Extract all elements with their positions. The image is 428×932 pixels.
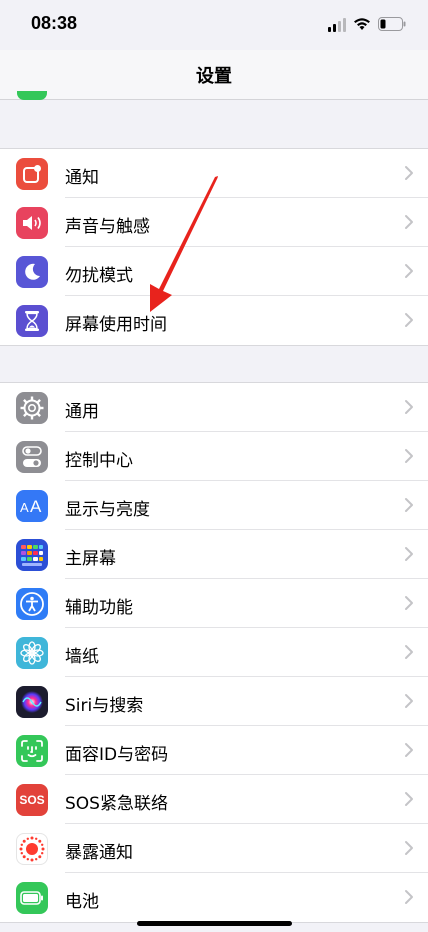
battery-status-icon: [378, 17, 406, 31]
sos-icon-text: SOS: [19, 793, 45, 807]
settings-row-home-grid[interactable]: 主屏幕: [0, 530, 428, 579]
text-size-icon: AA: [16, 490, 48, 522]
settings-row-label: 声音与触感: [65, 217, 150, 237]
sos-icon: SOS: [16, 784, 48, 816]
chevron-right-icon: [404, 791, 414, 807]
settings-row-label: 面容ID与密码: [65, 745, 169, 765]
chevron-right-icon: [404, 644, 414, 660]
chevron-right-icon: [404, 214, 414, 230]
navigation-bar: 设置: [0, 50, 428, 100]
settings-row-label: 屏幕使用时间: [65, 315, 167, 335]
notifications-icon: [16, 158, 48, 190]
settings-row-battery[interactable]: 电池: [0, 873, 428, 922]
settings-row-siri[interactable]: Siri与搜索: [0, 677, 428, 726]
settings-row-face-id[interactable]: 面容ID与密码: [0, 726, 428, 775]
hourglass-icon: [16, 305, 48, 337]
chevron-right-icon: [404, 693, 414, 709]
settings-row-exposure[interactable]: 暴露通知: [0, 824, 428, 873]
status-bar: 08:38: [0, 0, 428, 50]
status-icons: [328, 16, 408, 32]
settings-row-notifications[interactable]: 通知: [0, 149, 428, 198]
settings-row-gear[interactable]: 通用: [0, 383, 428, 432]
settings-row-hourglass[interactable]: 屏幕使用时间: [0, 296, 428, 345]
chevron-right-icon: [404, 595, 414, 611]
face-id-icon: [16, 735, 48, 767]
chevron-right-icon: [404, 742, 414, 758]
settings-row-accessibility[interactable]: 辅助功能: [0, 579, 428, 628]
status-time: 08:38: [31, 13, 78, 33]
chevron-right-icon: [404, 889, 414, 905]
chevron-right-icon: [404, 263, 414, 279]
settings-row-text-size[interactable]: A A 显示与亮度: [0, 481, 428, 530]
settings-row-toggles[interactable]: 控制中心: [0, 432, 428, 481]
settings-row-label: 通知: [65, 168, 99, 188]
speaker-icon: [16, 207, 48, 239]
chevron-right-icon: [404, 165, 414, 181]
svg-text:A: A: [30, 497, 42, 515]
settings-row-label: 暴露通知: [65, 843, 133, 863]
wallpaper-flower-icon: [16, 637, 48, 669]
settings-group-general: 通用 控制中心 A A 显示与亮度 主屏幕 辅助功能 墙纸 Siri与搜索 面容ID与密码 SOS S…: [0, 382, 428, 923]
settings-row-label: 控制中心: [65, 451, 133, 471]
accessibility-icon: [16, 588, 48, 620]
settings-row-label: 主屏幕: [65, 549, 116, 569]
settings-row-label: SOS紧急联络: [65, 794, 168, 814]
wifi-icon: [354, 18, 370, 30]
settings-row-label: 通用: [65, 402, 99, 422]
settings-row-sos[interactable]: SOS SOS紧急联络: [0, 775, 428, 824]
settings-row-label: 电池: [65, 892, 99, 912]
settings-group-focus: 通知声音与触感勿扰模式屏幕使用时间: [0, 148, 428, 346]
battery-icon: [16, 882, 48, 914]
moon-icon: [16, 256, 48, 288]
exposure-icon: [16, 833, 48, 865]
siri-icon: [16, 686, 48, 718]
page-title: 设置: [196, 66, 232, 87]
chevron-right-icon: [404, 448, 414, 464]
settings-row-label: Siri与搜索: [65, 696, 144, 716]
toggles-icon: [16, 441, 48, 473]
home-grid-icon: [16, 539, 48, 571]
settings-row-label: 勿扰模式: [65, 266, 133, 286]
chevron-right-icon: [404, 546, 414, 562]
chevron-right-icon: [404, 497, 414, 513]
settings-row-wallpaper-flower[interactable]: 墙纸: [0, 628, 428, 677]
settings-row-label: 辅助功能: [65, 598, 133, 618]
settings-row-label: 墙纸: [65, 647, 99, 667]
chevron-right-icon: [404, 840, 414, 856]
gear-icon: [16, 392, 48, 424]
chevron-right-icon: [404, 312, 414, 328]
cellular-signal-icon: [328, 18, 346, 32]
partially-visible-settings-icon: [17, 91, 47, 100]
settings-row-moon[interactable]: 勿扰模式: [0, 247, 428, 296]
chevron-right-icon: [404, 399, 414, 415]
settings-row-speaker[interactable]: 声音与触感: [0, 198, 428, 247]
settings-row-label: 显示与亮度: [65, 500, 150, 520]
svg-text:A: A: [20, 500, 29, 515]
home-indicator[interactable]: [137, 921, 292, 926]
